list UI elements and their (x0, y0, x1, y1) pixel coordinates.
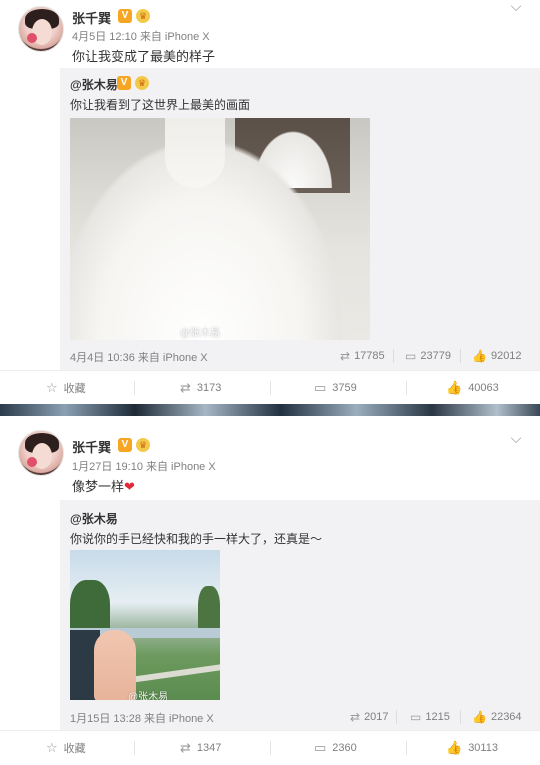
image-watermark: @张木易 (128, 692, 169, 700)
repost-text: 你让我看到了这世界上最美的画面 (70, 98, 251, 112)
action-divider (406, 381, 407, 395)
favorite-button[interactable]: ☆ 收藏 (46, 731, 86, 765)
stat-divider (396, 710, 397, 724)
repost-card[interactable]: @张木易 你说你的手已经快和我的手一样大了，还真是～ @张木易 1月15日 13… (60, 500, 540, 748)
repost-button[interactable]: ⇄ 3173 (180, 371, 221, 405)
like-count-value: 92012 (490, 350, 522, 362)
comment-icon: ▭ (314, 740, 327, 755)
post-text: 像梦一样❤ (72, 476, 135, 495)
comment-button[interactable]: ▭ 2360 (314, 731, 357, 765)
like-count-value: 22364 (490, 711, 522, 723)
thumbs-up-icon: 👍 (472, 710, 487, 724)
repost-meta: 1月15日 13:28 来自 iPhone X (70, 713, 214, 725)
star-icon: ☆ (46, 380, 58, 395)
action-divider (134, 741, 135, 755)
action-divider (406, 741, 407, 755)
repost-text: 你说你的手已经快和我的手一样大了，还真是～ (70, 532, 323, 546)
comment-icon: ▭ (410, 710, 422, 724)
crown-icon: ♛ (135, 76, 149, 90)
like-button[interactable]: 👍 40063 (446, 371, 499, 405)
like-button-count: 40063 (468, 382, 499, 394)
like-count[interactable]: 👍 92012 (472, 349, 522, 363)
action-divider (270, 741, 271, 755)
post-separator (0, 404, 540, 416)
comment-icon: ▭ (314, 380, 327, 395)
weibo-post: 张千巽 V ♛ 4月5日 12:10 来自 iPhone X 你让我变成了最美的… (0, 0, 540, 404)
image-watermark: @张木易 (180, 328, 221, 339)
favorite-button[interactable]: ☆ 收藏 (46, 371, 86, 405)
favorite-label: 收藏 (63, 383, 86, 395)
comment-button-count: 3759 (332, 382, 357, 394)
wedding-dress-photo[interactable]: @张木易 (70, 118, 370, 340)
repost-count[interactable]: ⇄ 17785 (340, 349, 385, 363)
crown-icon: ♛ (136, 9, 150, 23)
post-text-content: 像梦一样 (72, 479, 125, 494)
repost-button[interactable]: ⇄ 1347 (180, 731, 221, 765)
action-divider (134, 381, 135, 395)
action-divider (270, 381, 271, 395)
holding-hands-photo[interactable]: @张木易 (70, 550, 220, 700)
stat-divider (393, 349, 394, 363)
path (130, 663, 220, 683)
comment-count[interactable]: ▭ 1215 (410, 710, 450, 724)
like-count[interactable]: 👍 22364 (472, 710, 522, 724)
repost-card[interactable]: @张木易 V ♛ 你让我看到了这世界上最美的画面 @张木易 4月4日 10:36… (60, 68, 540, 372)
repost-count-value: 17785 (354, 350, 385, 362)
username[interactable]: 张千巽 (72, 437, 111, 456)
weibo-post: 张千巽 V ♛ 1月27日 19:10 来自 iPhone X 像梦一样❤ ⌵ … (0, 416, 540, 765)
repost-icon: ⇄ (180, 380, 191, 395)
like-button[interactable]: 👍 30113 (446, 731, 498, 765)
post-meta: 4月5日 12:10 来自 iPhone X (72, 31, 210, 43)
heart-icon: ❤ (124, 479, 135, 494)
post-text: 你让我变成了最美的样子 (72, 49, 216, 64)
repost-count-value: 2017 (364, 711, 389, 723)
comment-button[interactable]: ▭ 3759 (314, 371, 357, 405)
repost-icon: ⇄ (180, 740, 191, 755)
comment-icon: ▭ (405, 349, 417, 363)
like-button-count: 30113 (468, 742, 498, 754)
comment-count-value: 23779 (420, 350, 451, 362)
star-icon: ☆ (46, 740, 58, 755)
comment-button-count: 2360 (332, 742, 357, 754)
thumbs-up-icon: 👍 (446, 380, 463, 395)
vip-badge-icon: V (118, 438, 132, 452)
username[interactable]: 张千巽 (72, 8, 111, 27)
repost-author[interactable]: @张木易 (70, 76, 118, 93)
avatar[interactable] (18, 430, 64, 476)
repost-meta: 4月4日 10:36 来自 iPhone X (70, 352, 208, 364)
comment-count[interactable]: ▭ 23779 (405, 349, 451, 363)
trees (198, 586, 220, 634)
action-bar: ☆ 收藏 ⇄ 3173 ▭ 3759 👍 40063 (0, 370, 540, 404)
chevron-down-icon[interactable]: ⌵ (510, 0, 522, 13)
repost-button-count: 1347 (196, 742, 222, 754)
avatar-flower (27, 33, 37, 43)
repost-button-count: 3173 (196, 382, 222, 394)
avatar[interactable] (18, 6, 64, 52)
comment-count-value: 1215 (425, 711, 450, 723)
repost-icon: ⇄ (340, 349, 351, 363)
stat-divider (460, 349, 461, 363)
post-meta: 1月27日 19:10 来自 iPhone X (72, 461, 216, 473)
crown-icon: ♛ (136, 438, 150, 452)
chevron-down-icon[interactable]: ⌵ (510, 431, 522, 445)
avatar-flower (27, 457, 37, 467)
favorite-label: 收藏 (63, 743, 86, 755)
repost-count[interactable]: ⇄ 2017 (350, 710, 389, 724)
vip-badge-icon: V (118, 9, 132, 23)
thumbs-up-icon: 👍 (472, 349, 487, 363)
vip-badge-icon: V (117, 76, 131, 90)
dress-bodice (165, 118, 225, 188)
stat-divider (460, 710, 461, 724)
repost-icon: ⇄ (350, 710, 361, 724)
action-bar: ☆ 收藏 ⇄ 1347 ▭ 2360 👍 30113 (0, 730, 540, 764)
thumbs-up-icon: 👍 (446, 740, 463, 755)
repost-author[interactable]: @张木易 (70, 510, 118, 527)
